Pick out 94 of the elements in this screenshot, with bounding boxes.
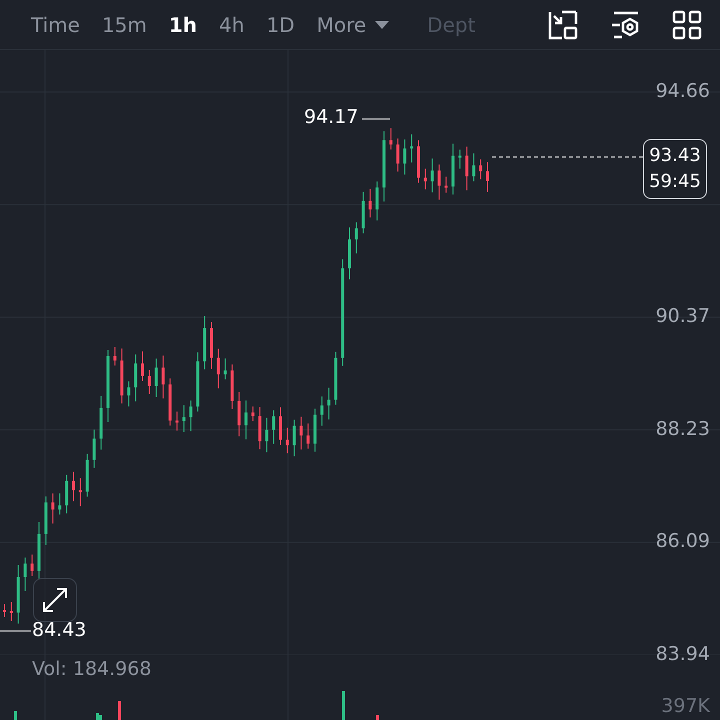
candlestick	[314, 408, 316, 452]
interval-tab[interactable]: 15m	[90, 4, 158, 44]
candlestick	[72, 471, 75, 502]
high-price-label: 94.17	[304, 106, 358, 128]
candlestick	[382, 130, 386, 202]
candlestick	[265, 417, 268, 453]
candlestick	[148, 369, 151, 394]
candlestick	[58, 492, 62, 516]
price-axis-label: 86.09	[656, 530, 710, 552]
candlestick	[354, 222, 358, 254]
interval-tab[interactable]: 1D	[255, 4, 306, 44]
candlestick	[410, 134, 414, 163]
candlestick	[10, 602, 13, 622]
candlestick	[286, 427, 289, 454]
candlestick	[100, 395, 103, 450]
candlestick	[189, 400, 192, 432]
candlestick	[417, 140, 420, 184]
candlestick	[465, 146, 468, 191]
interval-tab[interactable]: Time	[20, 4, 91, 44]
leader-line	[362, 118, 390, 120]
grid-icon[interactable]	[672, 10, 702, 40]
candlestick	[224, 358, 227, 380]
expand-icon	[40, 585, 70, 615]
candlestick	[134, 354, 138, 402]
price-axis-label: 94.66	[656, 80, 710, 102]
price-axis-label: 83.94	[656, 642, 710, 665]
candlestick	[300, 416, 303, 450]
candlestick	[120, 348, 124, 404]
leader-line	[0, 630, 32, 632]
candlestick	[479, 158, 482, 180]
candlestick	[182, 404, 186, 433]
price-axis-label: 88.23	[656, 418, 710, 440]
candlestick	[44, 496, 48, 546]
candlestick	[458, 149, 462, 170]
candlestick	[486, 162, 489, 192]
candlestick	[444, 176, 448, 194]
candlestick	[452, 143, 454, 195]
candlestick	[24, 557, 27, 592]
candlestick	[51, 492, 54, 524]
expand-button[interactable]	[33, 578, 77, 622]
current-price: 93.43	[649, 144, 701, 168]
candlestick	[389, 128, 392, 150]
candlestick	[176, 411, 178, 432]
countdown-timer: 59:45	[649, 170, 701, 194]
candlestick	[251, 406, 254, 422]
candlestick	[368, 188, 372, 218]
candlestick	[430, 158, 434, 193]
candlestick	[30, 554, 34, 576]
candlestick	[334, 351, 338, 406]
candlestick	[168, 378, 172, 426]
candlestick	[210, 322, 213, 370]
candlestick	[320, 396, 324, 426]
interval-tab[interactable]: 1h	[158, 4, 208, 44]
candlestick	[362, 191, 365, 234]
candlestick	[127, 380, 130, 407]
candlestick	[16, 564, 20, 624]
candlestick	[38, 521, 40, 580]
candlestick	[230, 364, 234, 410]
candlestick	[424, 168, 427, 190]
candlestick	[86, 453, 89, 498]
candlestick	[3, 604, 6, 618]
candlestick	[396, 138, 400, 172]
low-price-label: 84.43	[32, 619, 86, 641]
price-axis-label: 90.37	[656, 305, 710, 328]
candlestick	[472, 152, 476, 182]
candlestick	[306, 422, 310, 450]
more-button[interactable]: More	[306, 4, 402, 44]
candlestick	[403, 138, 406, 176]
candlestick	[65, 474, 68, 514]
candlestick	[348, 226, 351, 280]
candlestick	[203, 316, 206, 370]
candlestick	[78, 478, 82, 507]
candlestick	[154, 358, 158, 398]
caret-icon	[374, 20, 390, 30]
resize-icon[interactable]	[548, 10, 578, 40]
candlestick	[141, 350, 144, 382]
candlestick	[258, 406, 262, 450]
indicator-settings-icon[interactable]	[610, 10, 640, 40]
candlestick	[327, 387, 330, 420]
candlestick	[196, 352, 200, 412]
candlestick	[162, 355, 165, 399]
candlestick	[113, 346, 116, 366]
candlestick	[216, 348, 220, 389]
volume-axis-label: 397K	[661, 695, 710, 717]
candlestick	[92, 429, 96, 468]
candlestick	[292, 419, 296, 457]
candlestick	[438, 164, 441, 200]
candlestick	[272, 410, 276, 444]
interval-tab[interactable]: 4h	[208, 4, 256, 44]
candlestick	[376, 180, 379, 221]
candlestick	[238, 391, 241, 437]
candlestick	[279, 406, 282, 446]
volume-label: Vol: 184.968	[32, 658, 152, 680]
candlestick	[244, 400, 248, 440]
